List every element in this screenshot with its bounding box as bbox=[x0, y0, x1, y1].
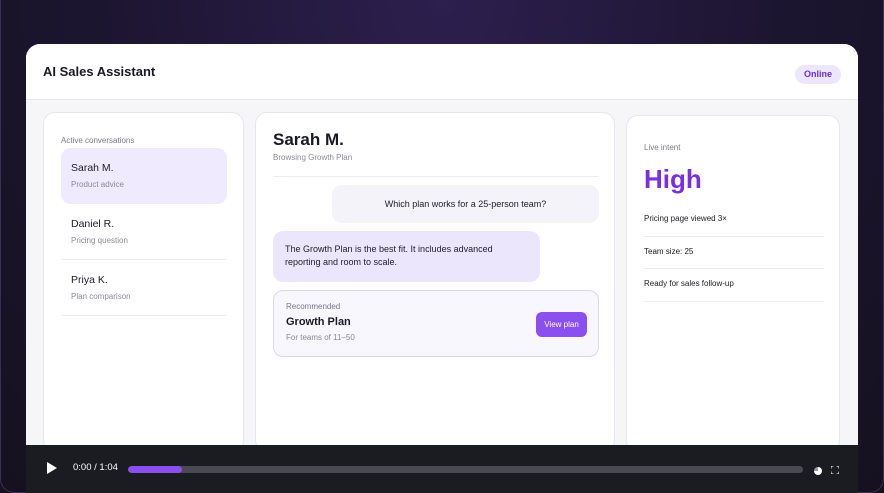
conversation-name: Daniel R. bbox=[71, 218, 115, 230]
video-player-controls: 0:00 / 1:04 bbox=[26, 445, 858, 493]
app-window: AI Sales Assistant Online Active convers… bbox=[26, 44, 858, 493]
recommendation-label: Recommended bbox=[286, 302, 341, 311]
recommendation-title: Growth Plan bbox=[286, 316, 351, 328]
conversation-subtitle: Pricing question bbox=[71, 236, 128, 245]
chat-contact-name: Sarah M. bbox=[273, 130, 344, 149]
intent-value: High bbox=[644, 164, 702, 194]
conversation-item-daniel[interactable]: Daniel R. Pricing question bbox=[61, 204, 227, 260]
app-title: AI Sales Assistant bbox=[43, 64, 156, 79]
intent-panel: Live intent High Pricing page viewed 3× … bbox=[626, 115, 840, 452]
conversation-list: Sarah M. Product advice Daniel R. Pricin… bbox=[61, 148, 227, 316]
fullscreen-icon[interactable] bbox=[831, 466, 839, 474]
chat-panel: Sarah M. Browsing Growth Plan Which plan… bbox=[255, 112, 615, 452]
chat-divider bbox=[273, 176, 599, 177]
view-plan-button[interactable]: View plan bbox=[536, 312, 587, 337]
app-header: AI Sales Assistant Online bbox=[26, 44, 858, 100]
status-badge: Online bbox=[794, 65, 841, 84]
user-message: Which plan works for a 25-person team? bbox=[332, 185, 599, 223]
recommendation-subtitle: For teams of 11–50 bbox=[286, 333, 355, 342]
conversation-name: Priya K. bbox=[71, 274, 108, 286]
recommendation-card: Recommended Growth Plan For teams of 11–… bbox=[273, 290, 599, 357]
progress-fill bbox=[128, 466, 182, 473]
intent-signal-list: Pricing page viewed 3× Team size: 25 Rea… bbox=[644, 204, 824, 302]
conversation-item-sarah[interactable]: Sarah M. Product advice bbox=[61, 148, 227, 204]
volume-icon[interactable] bbox=[814, 467, 822, 475]
play-icon[interactable] bbox=[47, 462, 57, 474]
chat-contact-subtitle: Browsing Growth Plan bbox=[273, 153, 353, 162]
assistant-message: The Growth Plan is the best fit. It incl… bbox=[273, 231, 540, 282]
conversations-panel: Active conversations Sarah M. Product ad… bbox=[43, 112, 244, 452]
progress-bar[interactable] bbox=[128, 466, 803, 473]
conversations-label: Active conversations bbox=[61, 136, 135, 145]
intent-signal: Pricing page viewed 3× bbox=[644, 204, 824, 237]
intent-label: Live intent bbox=[644, 143, 681, 152]
intent-signal: Ready for sales follow-up bbox=[644, 269, 824, 302]
playback-time: 0:00 / 1:04 bbox=[73, 462, 118, 473]
conversation-subtitle: Plan comparison bbox=[71, 292, 131, 301]
conversation-subtitle: Product advice bbox=[71, 180, 124, 189]
conversation-item-priya[interactable]: Priya K. Plan comparison bbox=[61, 260, 227, 316]
conversation-name: Sarah M. bbox=[71, 162, 114, 174]
intent-signal: Team size: 25 bbox=[644, 237, 824, 269]
